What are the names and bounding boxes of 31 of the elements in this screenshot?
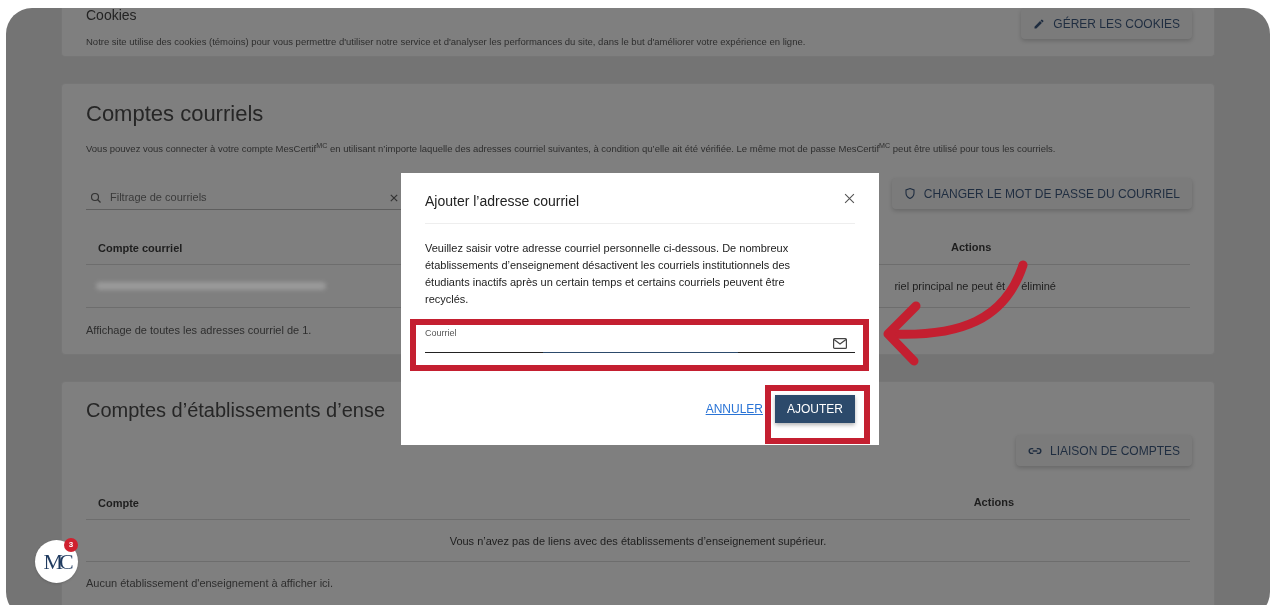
filter-field[interactable]: Filtrage de courriels	[110, 189, 382, 206]
action-button[interactable]: GÉRER LES COOKIES	[1021, 8, 1192, 39]
section-title: Cookies	[86, 8, 138, 22]
field-label: Courriel	[425, 327, 457, 340]
dialog-title: Ajouter l’adresse courriel	[425, 191, 580, 211]
column-header: Actions	[973, 494, 1014, 510]
table-footer: Affichage de toutes les adresses courriel de 1.	[86, 322, 312, 339]
cancel-link[interactable]: ANNULER	[705, 400, 763, 418]
pencil-icon	[1033, 17, 1046, 30]
email-field[interactable]: Courriel	[425, 326, 855, 353]
table-cell-text: éliminé	[1021, 278, 1056, 294]
column-header: Compte	[98, 496, 139, 509]
section-description: Vous pouvez vous connecter à votre compte MesCertif$^{MC}$ en utilisant n’importe laquelle des adresses courriel suivantes, à condition qu’elle ait été vérifiée. Le même mot de passe MesCertif$^{MC}$ peut être utilisé pour tous les courriels.	[86, 141, 1057, 156]
dialog-message: Veuillez saisir votre adresse courriel personnelle ci-dessous. De nombreux établissements d’enseignement désactivent les courriels institutionnels des étudiants inactifs après un certain temps et certains courriels peuvent être recyclés.	[425, 241, 792, 307]
table-cell-text: riel principal ne peut êt	[894, 278, 1006, 294]
add-button[interactable]: AJOUTER	[775, 395, 855, 423]
empty-message: Vous n’avez pas de liens avec des établissements d’enseignement supérieur.	[449, 533, 827, 549]
link-icon	[1027, 446, 1042, 455]
column-header: Compte courriel	[98, 242, 183, 255]
section-title: Comptes courriels	[86, 100, 264, 128]
close-icon[interactable]	[844, 192, 855, 204]
search-icon	[90, 191, 102, 204]
section-title: Comptes d’établissements d’ense	[86, 398, 386, 424]
mail-icon	[833, 338, 847, 349]
clear-icon[interactable]	[390, 193, 398, 202]
action-button[interactable]: CHANGER LE MOT DE PASSE DU COURRIEL	[891, 178, 1192, 210]
column-header: Actions	[951, 239, 993, 255]
section-description: Notre site utilise des cookies (témoins) pour vous permettre d'utiliser notre service et d'analyser les performances du site, dans le but d'améliorer votre expérience en ligne.	[86, 35, 806, 49]
table-footer: Aucun établissement d'enseignement à afficher ici.	[86, 575, 334, 592]
shield-icon	[903, 187, 916, 201]
action-button[interactable]: LIAISON DE COMPTES	[1015, 435, 1192, 467]
